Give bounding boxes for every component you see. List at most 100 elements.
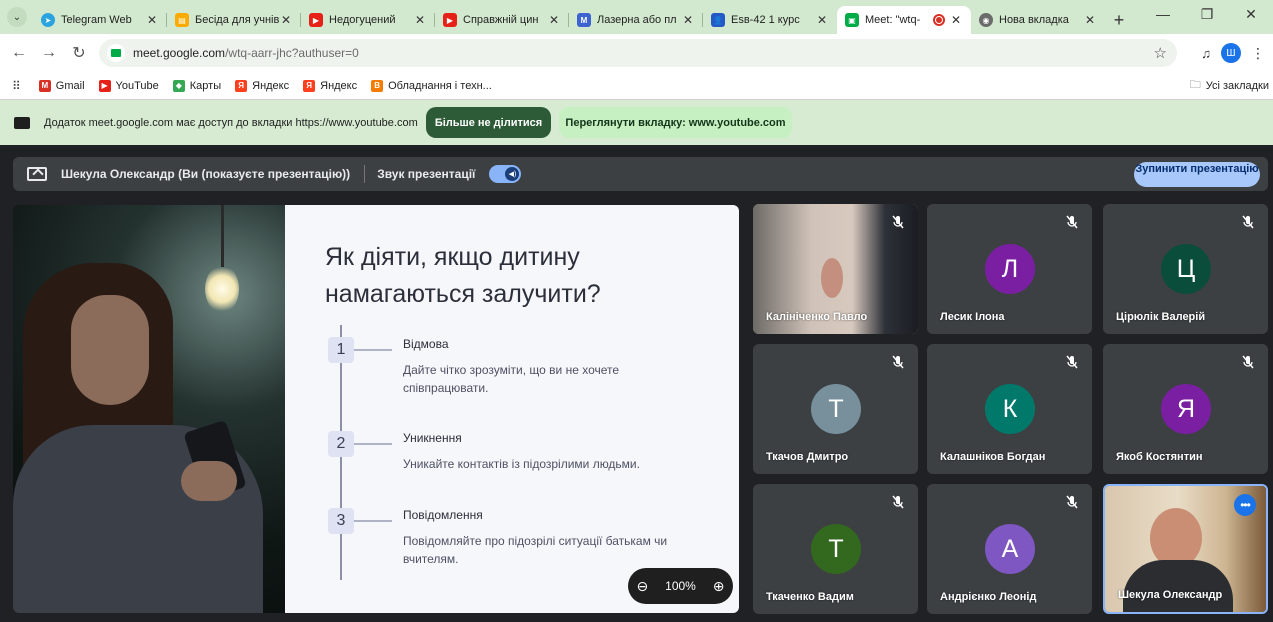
new-tab-button[interactable]: + <box>1105 6 1133 34</box>
close-icon[interactable]: ✕ <box>547 13 561 27</box>
step-number: 2 <box>328 431 354 457</box>
tab-title: Нова вкладка <box>999 14 1069 26</box>
tab-youtube-1[interactable]: ▶ Недогуцений ✕ <box>301 6 435 34</box>
volume-icon: ◀) <box>505 167 520 181</box>
close-icon[interactable]: ✕ <box>815 13 829 27</box>
bookmark-yandex-2[interactable]: Я Яндекс <box>303 79 358 92</box>
profile-avatar-icon[interactable]: Ш <box>1221 43 1241 63</box>
slide-title: Як діяти, якщо дитину намагаються залучи… <box>325 243 601 308</box>
browser-toolbar: ← → ↻ meet.google.com/wtq-aarr-jhc?authu… <box>0 34 1273 72</box>
participant-name: Лесик Ілона <box>940 311 1005 323</box>
present-screen-icon <box>27 167 47 181</box>
participant-avatar: Т <box>811 384 861 434</box>
folder-icon: 🗀 <box>1189 79 1201 91</box>
tab-telegram[interactable]: ➤ Telegram Web ✕ <box>33 6 167 34</box>
participant-name: Цірюлік Валерій <box>1116 311 1206 323</box>
participant-tile[interactable]: Т Ткаченко Вадим <box>753 484 918 614</box>
participant-tile[interactable]: Т Ткачов Дмитро <box>753 344 918 474</box>
forward-icon[interactable]: → <box>34 44 64 62</box>
close-icon[interactable]: ✕ <box>1083 13 1097 27</box>
url-host: meet.google.com <box>133 46 226 60</box>
step-connector <box>354 349 392 351</box>
participant-tile[interactable]: А Андрієнко Леонід <box>927 484 1092 614</box>
participant-tile-self[interactable]: ••• Шекула Олександр <box>1103 484 1268 614</box>
bookmark-label: Карты <box>189 79 222 92</box>
participant-tile[interactable]: Я Якоб Костянтин <box>1103 344 1268 474</box>
presentation-bar: Шекула Олександр (Ви (показуєте презента… <box>13 157 1268 191</box>
classroom-icon: 👤 <box>711 13 725 27</box>
bookmark-star-icon[interactable]: ☆ <box>1154 44 1167 62</box>
bookmark-label: Яндекс <box>252 79 290 92</box>
participant-tile[interactable]: Калініченко Павло <box>753 204 918 334</box>
bookmark-blogger[interactable]: B Обладнання і техн... <box>371 79 492 92</box>
all-bookmarks[interactable]: 🗀 Усі закладки <box>1190 76 1269 95</box>
tab-new[interactable]: ◉ Нова вкладка ✕ <box>971 6 1105 34</box>
step-description: Повідомляйте про підозрілі ситуації бать… <box>403 534 668 566</box>
menu-dots-icon[interactable]: ⋮ <box>1251 45 1265 62</box>
window-close-icon[interactable]: ✕ <box>1229 6 1273 23</box>
photo-face <box>71 295 149 405</box>
youtube-icon: ▶ <box>98 79 111 92</box>
close-icon[interactable]: ✕ <box>413 13 427 27</box>
step-title: Повідомлення <box>403 508 483 522</box>
site-info-icon[interactable] <box>107 44 125 62</box>
close-icon[interactable]: ✕ <box>145 13 159 27</box>
participant-tile[interactable]: К Калашніков Богдан <box>927 344 1092 474</box>
tab-title: Справжній цин <box>463 14 539 26</box>
bookmark-label: YouTube <box>115 79 159 92</box>
stop-presentation-button[interactable]: Зупинити презентацію <box>1134 162 1260 187</box>
bookmark-yandex-1[interactable]: Я Яндекс <box>235 79 290 92</box>
tab-title: Лазерна або пл <box>597 14 677 26</box>
mic-off-icon <box>1066 495 1078 509</box>
bookmark-maps[interactable]: ◆ Карты <box>172 79 222 92</box>
youtube-icon: ▶ <box>443 13 457 27</box>
step-number: 1 <box>328 337 354 363</box>
chrome-icon: ◉ <box>979 13 993 27</box>
tab-besida[interactable]: ▤ Бесіда для учнів ✕ <box>167 6 301 34</box>
tab-meet[interactable]: ▣ Meet: "wtq- ✕ <box>837 6 971 34</box>
reload-icon[interactable]: ↻ <box>64 43 94 63</box>
bookmark-youtube[interactable]: ▶ YouTube <box>98 79 159 92</box>
bookmark-gmail[interactable]: M Gmail <box>38 79 85 92</box>
tab-search-button[interactable]: ⌄ <box>7 7 27 27</box>
close-icon[interactable]: ✕ <box>949 13 963 27</box>
address-bar[interactable]: meet.google.com/wtq-aarr-jhc?authuser=0 … <box>99 39 1177 67</box>
zoom-in-icon[interactable]: ⊕ <box>713 578 725 595</box>
back-icon[interactable]: ← <box>4 44 34 62</box>
more-options-icon[interactable]: ••• <box>1234 494 1256 516</box>
yandex-icon: Я <box>235 79 248 92</box>
bookmark-label: Яндекс <box>320 79 358 92</box>
presenter-name: Шекула Олександр (Ви (показуєте презента… <box>61 167 351 181</box>
slide-content: Як діяти, якщо дитину намагаються залучи… <box>285 205 739 613</box>
participant-tile[interactable]: Л Лесик Ілона <box>927 204 1092 334</box>
tab-youtube-2[interactable]: ▶ Справжній цин ✕ <box>435 6 569 34</box>
zoom-level: 100% <box>665 579 696 593</box>
close-icon[interactable]: ✕ <box>279 13 293 27</box>
minimize-icon[interactable]: — <box>1141 6 1185 23</box>
tab-docs[interactable]: M Лазерна або пл ✕ <box>569 6 703 34</box>
stop-sharing-button[interactable]: Більше не ділитися <box>426 107 551 138</box>
participant-name: Шекула Олександр <box>1118 589 1223 601</box>
recording-icon <box>933 14 945 26</box>
participant-avatar: К <box>985 384 1035 434</box>
media-controls-icon[interactable]: ♫ <box>1201 46 1211 61</box>
window-controls: — ❐ ✕ <box>1141 6 1273 23</box>
step-connector <box>354 443 392 445</box>
participant-tile[interactable]: Ц Цірюлік Валерій <box>1103 204 1268 334</box>
mic-off-icon <box>1066 215 1078 229</box>
tab-title: Telegram Web <box>61 14 132 26</box>
zoom-out-icon[interactable]: ⊖ <box>636 578 648 595</box>
participant-torso <box>1123 560 1233 612</box>
restore-icon[interactable]: ❐ <box>1185 6 1229 23</box>
participant-avatar: Ц <box>1161 244 1211 294</box>
participant-name: Калашніков Богдан <box>940 451 1046 463</box>
zoom-controls: ⊖ 100% ⊕ <box>628 568 733 604</box>
apps-grid-icon[interactable]: ⠿ <box>12 79 21 93</box>
tab-classroom[interactable]: 👤 Esв-42 1 курс ✕ <box>703 6 837 34</box>
bulb-cord <box>221 205 224 267</box>
browser-tab-strip: ⌄ ➤ Telegram Web ✕ ▤ Бесіда для учнів ✕ … <box>0 0 1273 34</box>
view-tab-button[interactable]: Переглянути вкладку: www.youtube.com <box>559 107 792 138</box>
close-icon[interactable]: ✕ <box>681 13 695 27</box>
presentation-audio-toggle[interactable]: ◀) <box>489 165 522 183</box>
maps-icon: ◆ <box>172 79 185 92</box>
